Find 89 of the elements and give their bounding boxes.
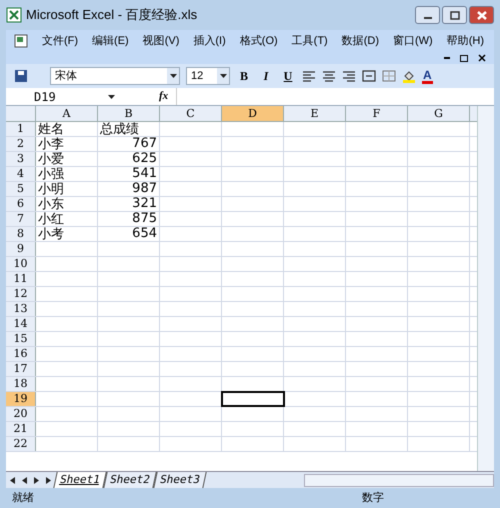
row-header[interactable]: 19 xyxy=(6,392,36,406)
menu-item[interactable]: 帮助(H) xyxy=(446,32,484,50)
table-cell: 767 xyxy=(98,137,160,151)
row-header[interactable]: 11 xyxy=(6,272,36,286)
menu-item[interactable]: 窗口(W) xyxy=(393,32,433,50)
caret-icon xyxy=(170,74,176,78)
column-header[interactable]: D xyxy=(222,106,284,121)
bold-button[interactable]: B xyxy=(236,67,252,85)
table-cell: 姓名 xyxy=(36,122,98,136)
column-header[interactable]: E xyxy=(284,106,346,121)
table-cell: 321 xyxy=(98,197,160,211)
font-color-button[interactable]: A xyxy=(422,68,433,84)
prev-sheet-icon[interactable] xyxy=(22,476,27,484)
row-header[interactable]: 10 xyxy=(6,257,36,271)
sheet-tab[interactable]: Sheet2 xyxy=(103,472,156,488)
horizontal-scrollbar[interactable] xyxy=(304,474,494,486)
vertical-scrollbar[interactable] xyxy=(477,106,494,471)
row-header[interactable]: 8 xyxy=(6,227,36,241)
status-text: 就绪 xyxy=(11,490,35,506)
row-header[interactable]: 21 xyxy=(6,422,36,436)
menu-item[interactable]: 编辑(E) xyxy=(92,32,129,50)
name-box[interactable]: D19 xyxy=(6,88,121,105)
italic-button[interactable]: I xyxy=(258,67,274,85)
maximize-icon[interactable] xyxy=(442,6,467,24)
row-header[interactable]: 22 xyxy=(6,437,36,451)
column-header[interactable]: A xyxy=(36,106,98,121)
menu-item[interactable]: 文件(F) xyxy=(42,32,78,50)
window-title: Microsoft Excel - 百度经验.xls xyxy=(26,6,198,24)
save-icon[interactable] xyxy=(14,69,28,83)
row-header[interactable]: 3 xyxy=(6,152,36,166)
row-header[interactable]: 13 xyxy=(6,302,36,316)
first-sheet-icon[interactable] xyxy=(10,476,15,484)
caret-icon xyxy=(220,74,226,78)
row-header[interactable]: 14 xyxy=(6,317,36,331)
row-header[interactable]: 4 xyxy=(6,167,36,181)
size-select[interactable]: 12 xyxy=(186,67,230,85)
workbook-icon[interactable] xyxy=(14,34,28,48)
column-header[interactable]: G xyxy=(408,106,470,121)
row-header[interactable]: 16 xyxy=(6,347,36,361)
font-select[interactable]: 宋体 xyxy=(50,67,180,85)
caret-icon xyxy=(108,94,115,98)
next-sheet-icon[interactable] xyxy=(34,476,39,484)
row-header[interactable]: 2 xyxy=(6,137,36,151)
table-cell: 小明 xyxy=(36,182,98,196)
table-cell: 小李 xyxy=(36,137,98,151)
sheet-tab[interactable]: Sheet1 xyxy=(53,472,106,488)
align-right-icon[interactable] xyxy=(342,70,356,82)
row-header[interactable]: 5 xyxy=(6,182,36,196)
table-cell: 875 xyxy=(98,212,160,226)
table-cell: 小爱 xyxy=(36,152,98,166)
row-header[interactable]: 7 xyxy=(6,212,36,226)
row-header[interactable]: 18 xyxy=(6,377,36,391)
menu-item[interactable]: 格式(O) xyxy=(240,32,278,50)
restore-icon[interactable] xyxy=(460,54,468,62)
underline-button[interactable]: U xyxy=(280,67,296,85)
table-cell: 625 xyxy=(98,152,160,166)
row-header[interactable]: 1 xyxy=(6,122,36,136)
app-icon xyxy=(6,7,22,23)
menu-item[interactable]: 插入(I) xyxy=(193,32,226,50)
table-cell: 小考 xyxy=(36,227,98,241)
merge-cells-icon[interactable] xyxy=(362,70,376,82)
align-left-icon[interactable] xyxy=(302,70,316,82)
sheet-tab[interactable]: Sheet3 xyxy=(152,472,206,488)
row-header[interactable]: 12 xyxy=(6,287,36,301)
fill-color-icon[interactable] xyxy=(402,69,416,83)
menu-item[interactable]: 数据(D) xyxy=(342,32,379,50)
row-header[interactable]: 6 xyxy=(6,197,36,211)
column-header[interactable]: B xyxy=(98,106,160,121)
table-cell: 小强 xyxy=(36,167,98,181)
close-icon[interactable] xyxy=(478,54,486,62)
minimize-icon[interactable] xyxy=(415,6,440,24)
table-cell: 541 xyxy=(98,167,160,181)
borders-icon[interactable] xyxy=(382,70,396,82)
table-cell: 987 xyxy=(98,182,160,196)
row-header[interactable]: 9 xyxy=(6,242,36,256)
menu-item[interactable]: 工具(T) xyxy=(292,32,328,50)
menu-item[interactable]: 视图(V) xyxy=(142,32,180,50)
status-text: 数字 xyxy=(362,490,385,506)
align-center-icon[interactable] xyxy=(322,70,336,82)
table-cell: 小红 xyxy=(36,212,98,226)
table-cell: 总成绩 xyxy=(98,122,160,136)
table-cell: 小东 xyxy=(36,197,98,211)
row-header[interactable]: 15 xyxy=(6,332,36,346)
last-sheet-icon[interactable] xyxy=(46,476,51,484)
function-label[interactable]: fx xyxy=(159,88,168,105)
row-header[interactable]: 20 xyxy=(6,407,36,421)
row-header[interactable]: 17 xyxy=(6,362,36,376)
table-cell: 654 xyxy=(98,227,160,241)
column-header[interactable]: F xyxy=(346,106,408,121)
